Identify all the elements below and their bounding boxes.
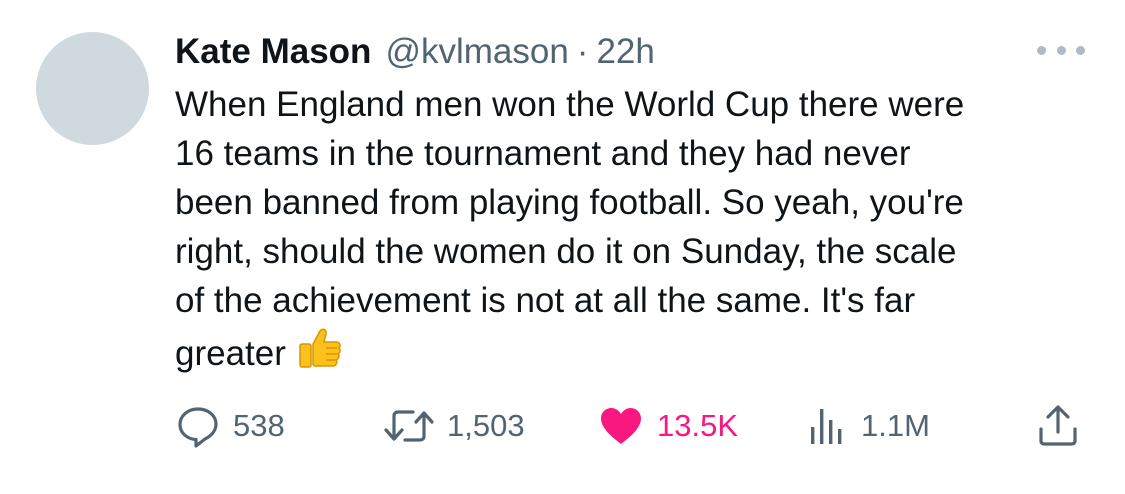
action-bar: 538 1,503 13.5K 1.1M <box>175 400 1085 452</box>
reply-button[interactable]: 538 <box>175 400 285 452</box>
more-dots-icon[interactable] <box>1037 38 1085 62</box>
tweet-text: When England men won the World Cup there… <box>175 80 1105 384</box>
views-button[interactable]: 1.1M <box>805 400 930 452</box>
heart-icon <box>597 403 645 449</box>
views-count: 1.1M <box>861 408 930 443</box>
tweet-text-content: When England men won the World Cup there… <box>175 85 965 373</box>
share-button[interactable] <box>1035 400 1081 452</box>
avatar[interactable] <box>36 32 149 145</box>
share-icon <box>1035 403 1081 449</box>
retweet-button[interactable]: 1,503 <box>383 400 525 452</box>
tweet-header: Kate Mason @kvlmason · 22h <box>175 28 655 76</box>
author-handle[interactable]: @kvlmason <box>385 28 568 76</box>
timestamp[interactable]: 22h <box>596 28 654 76</box>
retweet-icon <box>383 403 435 449</box>
thumbs-up-emoji <box>296 325 342 384</box>
like-count: 13.5K <box>657 408 739 443</box>
retweet-count: 1,503 <box>447 408 525 443</box>
like-button[interactable]: 13.5K <box>597 400 738 452</box>
author-name[interactable]: Kate Mason <box>175 28 371 76</box>
views-bars-icon <box>805 403 849 449</box>
separator-dot: · <box>576 32 589 71</box>
tweet[interactable]: Kate Mason @kvlmason · 22h When England … <box>0 0 1125 494</box>
reply-count: 538 <box>233 408 285 443</box>
reply-bubble-icon <box>175 403 221 449</box>
